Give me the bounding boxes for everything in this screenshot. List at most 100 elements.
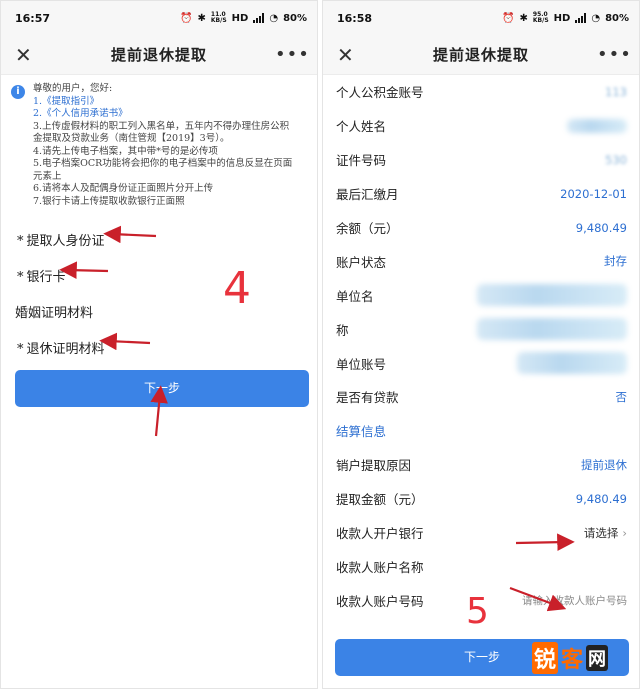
row-payee-bank[interactable]: 收款人开户银行 请选择 › xyxy=(336,516,627,550)
row-account-status: 账户状态 封存 xyxy=(336,244,627,278)
row-balance: 余额（元） 9,480.49 xyxy=(336,211,627,245)
row-label: 余额（元） xyxy=(336,221,399,236)
field-label: 退休证明材料 xyxy=(26,342,105,357)
payee-account-input[interactable]: 请输入收款人账户号码 xyxy=(522,593,627,608)
field-label: 提取人身份证 xyxy=(26,234,105,249)
upload-retirement-proof[interactable]: * 退休证明材料 xyxy=(1,332,317,368)
close-icon[interactable]: ✕ xyxy=(15,43,43,67)
row-name: 个人姓名 xyxy=(336,109,627,143)
row-value: 提前退休 xyxy=(581,457,627,472)
row-label: 账户状态 xyxy=(336,254,387,270)
notice-line: 金提取及贷款业务（南住管规【2019】3号）。 xyxy=(33,133,230,144)
step-annotation: 5 xyxy=(466,591,489,632)
row-value: 2020-12-01 xyxy=(560,186,627,201)
upload-marriage-proof[interactable]: 婚姻证明材料 xyxy=(1,296,317,332)
bluetooth-icon: ✱ xyxy=(519,12,528,24)
hd-icon: HD xyxy=(231,12,249,24)
wifi-icon: ◔ xyxy=(269,12,279,24)
page-title: 提前退休提取 xyxy=(110,46,207,64)
more-icon[interactable]: ••• xyxy=(597,44,631,65)
alarm-icon: ⏰ xyxy=(502,12,515,24)
watermark-char: 客 xyxy=(561,648,584,673)
required-star: * xyxy=(17,270,24,285)
row-value: 113 xyxy=(605,84,627,99)
battery-level: 80% xyxy=(283,12,307,24)
row-withdraw-amount: 提取金额（元） 9,480.49 xyxy=(336,482,627,516)
guide-link[interactable]: 1.《提取指引》 xyxy=(33,96,292,109)
field-label: 婚姻证明材料 xyxy=(15,306,94,321)
row-has-loan: 是否有贷款 否 xyxy=(336,380,627,414)
next-button[interactable]: 下一步 xyxy=(15,370,309,407)
left-phone-screen: 16:57 ⏰ ✱ 11.0 KB/S HD ◔ 80% ✕ 提前退休提取 ••… xyxy=(0,0,318,689)
right-phone-screen: 16:58 ⏰ ✱ 95.0 KB/S HD ◔ 80% ✕ 提前退休提取 ••… xyxy=(322,0,640,689)
row-label: 收款人账户号码 xyxy=(336,593,424,609)
nav-bar: ✕ 提前退休提取 ••• xyxy=(1,35,317,75)
network-speed: 95.0 KB/S xyxy=(532,11,549,24)
notice-line: 5.电子档案OCR功能将会把你的电子档案中的信息反显在页面 xyxy=(33,158,293,169)
more-icon[interactable]: ••• xyxy=(275,44,309,65)
required-star: * xyxy=(17,342,24,357)
network-speed: 11.0 KB/S xyxy=(210,11,227,24)
bank-select[interactable]: 请选择 › xyxy=(584,525,627,541)
row-close-reason: 销户提取原因 提前退休 xyxy=(336,448,627,482)
row-label: 个人姓名 xyxy=(336,119,387,135)
credit-promise-link[interactable]: 2.《个人信用承诺书》 xyxy=(33,108,292,121)
chevron-right-icon: › xyxy=(622,525,627,540)
hd-icon: HD xyxy=(553,12,571,24)
row-label: 称 xyxy=(336,322,349,338)
status-bar: 16:57 ⏰ ✱ 11.0 KB/S HD ◔ 80% xyxy=(1,1,317,35)
row-label: 收款人账户名称 xyxy=(336,559,424,575)
watermark-logo: 锐 客 网 xyxy=(520,640,620,676)
row-payee-name[interactable]: 收款人账户名称 xyxy=(336,549,627,583)
required-star: * xyxy=(17,234,24,249)
field-label: 银行卡 xyxy=(26,270,66,285)
blurred-value xyxy=(567,118,627,133)
page-title: 提前退休提取 xyxy=(432,46,529,64)
status-bar: 16:58 ⏰ ✱ 95.0 KB/S HD ◔ 80% xyxy=(323,1,639,35)
row-unit-account: 单位账号 xyxy=(336,346,627,380)
notice-text: 尊敬的用户，您好: 1.《提取指引》 2.《个人信用承诺书》 3.上传虚假材料的… xyxy=(33,83,292,208)
wifi-icon: ◔ xyxy=(591,12,601,24)
status-time: 16:58 xyxy=(337,11,373,25)
row-label: 提取金额（元） xyxy=(336,492,424,508)
row-label: 单位名 xyxy=(336,288,374,304)
row-last-paid-month: 最后汇缴月 2020-12-01 xyxy=(336,177,627,211)
info-icon: i xyxy=(11,85,25,99)
section-title: 结算信息 xyxy=(336,424,387,440)
notice-line: 4.请先上传电子档案，其中带*号的是必传项 xyxy=(33,145,218,157)
row-label: 证件号码 xyxy=(336,153,387,169)
row-label: 最后汇缴月 xyxy=(336,187,399,203)
row-account-number: 个人公积金账号 113 xyxy=(336,75,627,109)
notice-line: 3.上传虚假材料的职工列入黑名单，五年内不得办理住房公积 xyxy=(33,120,290,132)
notice-line: 7.银行卡请上传提取收款银行正面照 xyxy=(33,195,185,207)
row-unit-name-cont: 称 xyxy=(336,312,627,346)
account-info-list: 个人公积金账号 113 个人姓名 证件号码 530 最后汇缴月 2020-12-… xyxy=(323,75,639,617)
bluetooth-icon: ✱ xyxy=(197,12,206,24)
status-time: 16:57 xyxy=(15,11,51,25)
select-placeholder: 请选择 xyxy=(583,525,619,540)
nav-bar: ✕ 提前退休提取 ••• xyxy=(323,35,639,75)
signal-icon xyxy=(253,13,265,23)
row-value: 9,480.49 xyxy=(575,220,627,235)
row-label: 销户提取原因 xyxy=(336,458,412,474)
battery-level: 80% xyxy=(605,12,629,24)
signal-icon xyxy=(575,13,587,23)
alarm-icon: ⏰ xyxy=(180,12,193,24)
section-settlement: 结算信息 xyxy=(336,414,627,448)
status-icons: ⏰ ✱ 11.0 KB/S HD ◔ 80% xyxy=(180,12,307,24)
status-icons: ⏰ ✱ 95.0 KB/S HD ◔ 80% xyxy=(502,12,629,24)
notice-line: 元素上 xyxy=(33,170,62,182)
row-value: 530 xyxy=(605,152,627,167)
watermark-char: 网 xyxy=(586,645,609,671)
row-label: 是否有贷款 xyxy=(336,390,399,406)
row-value: 9,480.49 xyxy=(575,491,627,506)
row-label: 收款人开户银行 xyxy=(336,526,424,542)
blurred-value xyxy=(477,284,627,307)
upload-bank-card[interactable]: * 银行卡 xyxy=(1,260,317,296)
notice-box: i 尊敬的用户，您好: 1.《提取指引》 2.《个人信用承诺书》 3.上传虚假材… xyxy=(1,75,317,208)
close-icon[interactable]: ✕ xyxy=(337,43,365,67)
row-label: 个人公积金账号 xyxy=(336,85,424,101)
step-annotation: 4 xyxy=(223,263,251,314)
row-unit-name: 单位名 xyxy=(336,278,627,312)
upload-id-card[interactable]: * 提取人身份证 xyxy=(1,224,317,260)
